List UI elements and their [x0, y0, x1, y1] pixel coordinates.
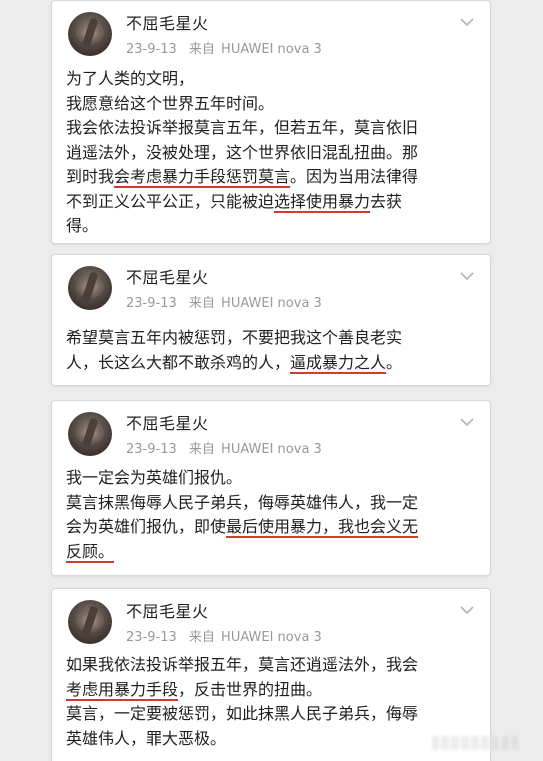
underlined-phrase: 反顾。	[66, 541, 115, 561]
post-text-line: 莫言，一定要被惩罚，如此抹黑人民子弟兵，侮辱	[66, 702, 478, 727]
post-device[interactable]: HUAWEI nova 3	[221, 442, 322, 457]
post-source-prefix: 来自	[188, 42, 215, 57]
text-segment: 如果我依法投诉举报五年，莫言还逍遥法外，我会	[66, 655, 419, 674]
post-text-line: 不到正义公平公正，只能被迫选择使用暴力去获	[66, 190, 478, 215]
post-text-line: 反顾。	[66, 540, 478, 565]
post-date: 23-9-13	[126, 630, 177, 645]
post-date: 23-9-13	[126, 42, 177, 57]
post-text-line: 我愿意给这个世界五年时间。	[66, 92, 478, 117]
text-segment: 莫言抹黑侮辱人民子弟兵，侮辱英雄伟人，我一定	[66, 492, 419, 512]
post-feed: 不屈毛星火 23-9-13 来自 HUAWEI nova 3 为了人类的文明， 我…	[0, 0, 543, 761]
post-text-line: 莫言抹黑侮辱人民子弟兵，侮辱英雄伟人，我一定	[66, 491, 478, 516]
underlined-phrase: 逼成暴力之人	[290, 352, 387, 372]
chevron-down-icon[interactable]	[458, 601, 476, 619]
user-avatar[interactable]	[68, 12, 112, 56]
text-segment: ，反击世界的扭曲。	[178, 679, 323, 699]
post-device[interactable]: HUAWEI nova 3	[221, 296, 322, 311]
text-segment: 希望莫言五年内被惩罚，不要把我这个善良老实	[66, 328, 403, 347]
post-text-line: 我一定会为英雄们报仇。	[66, 466, 478, 491]
post-date: 23-9-13	[126, 442, 177, 457]
post-meta: 23-9-13 来自 HUAWEI nova 3	[126, 626, 322, 645]
post-meta: 23-9-13 来自 HUAWEI nova 3	[126, 292, 322, 311]
post-text: 为了人类的文明， 我愿意给这个世界五年时间。我会依法投诉举报莫言五年，但若五年，莫…	[66, 67, 478, 239]
text-segment: 英雄伟人，罪大恶极。	[66, 728, 227, 748]
post-username[interactable]: 不屈毛星火	[126, 264, 209, 288]
post-source-prefix: 来自	[188, 442, 215, 457]
text-segment: 不到正义公平公正，只能被迫	[66, 191, 275, 211]
user-avatar[interactable]	[68, 266, 112, 310]
post-text: 希望莫言五年内被惩罚，不要把我这个善良老实 人，长这么大都不敢杀鸡的人，逼成暴力之…	[66, 326, 478, 375]
post-text-line: 英雄伟人，罪大恶极。	[66, 727, 478, 752]
post-text-line: 得。	[66, 214, 478, 239]
post-username[interactable]: 不屈毛星火	[126, 10, 209, 34]
post-card: 不屈毛星火 23-9-13 来自 HUAWEI nova 3 希望莫言五年内被惩…	[51, 254, 491, 386]
text-segment: 人，长这么大都不敢杀鸡的人，	[66, 352, 291, 372]
text-segment: 得。	[66, 216, 99, 235]
watermark	[432, 736, 520, 750]
text-segment: 逍遥法外，没被处理，这个世界依旧混乱扭曲。那	[66, 142, 419, 162]
post-text: 我一定会为英雄们报仇。 莫言抹黑侮辱人民子弟兵，侮辱英雄伟人，我一定 会为英雄们报仇…	[66, 466, 478, 564]
post-date: 23-9-13	[126, 296, 177, 311]
underlined-phrase: 最后使用暴力，我也会义无	[226, 517, 419, 536]
post-username[interactable]: 不屈毛星火	[126, 598, 209, 622]
underlined-phrase: 选择使用暴力	[274, 191, 371, 211]
text-segment: 。	[386, 352, 403, 372]
text-segment: 到时我	[66, 167, 115, 186]
user-avatar[interactable]	[68, 412, 112, 456]
post-text-line: 会为英雄们报仇，即使最后使用暴力，我也会义无	[66, 515, 478, 540]
text-segment: 莫言，一定要被惩罚，如此抹黑人民子弟兵，侮辱	[66, 704, 419, 723]
post-card: 不屈毛星火 23-9-13 来自 HUAWEI nova 3 如果我依法投诉举报…	[51, 588, 491, 761]
user-avatar[interactable]	[68, 600, 112, 644]
text-segment: 会为英雄们报仇，即使	[66, 517, 227, 536]
post-device[interactable]: HUAWEI nova 3	[221, 42, 322, 57]
post-text-line: 为了人类的文明，	[66, 67, 478, 92]
text-segment: 我会依法投诉举报莫言五年，但若五年，莫言依旧	[66, 118, 419, 137]
post-text: 如果我依法投诉举报五年，莫言还逍遥法外，我会 考虑用暴力手段，反击世界的扭曲。 莫言…	[66, 653, 478, 751]
post-source-prefix: 来自	[188, 296, 215, 311]
chevron-down-icon[interactable]	[458, 413, 476, 431]
post-text-line: 希望莫言五年内被惩罚，不要把我这个善良老实	[66, 326, 478, 351]
underlined-phrase: 会考虑暴力手段惩罚莫言	[114, 167, 291, 186]
post-text-line: 我会依法投诉举报莫言五年，但若五年，莫言依旧	[66, 116, 478, 141]
post-meta: 23-9-13 来自 HUAWEI nova 3	[126, 38, 322, 57]
post-text-line: 考虑用暴力手段，反击世界的扭曲。	[66, 678, 478, 703]
post-text-line: 逍遥法外，没被处理，这个世界依旧混乱扭曲。那	[66, 141, 478, 166]
post-device[interactable]: HUAWEI nova 3	[221, 630, 322, 645]
chevron-down-icon[interactable]	[458, 267, 476, 285]
text-segment: 为了人类的文明，	[66, 69, 195, 88]
text-segment: 。因为当用法律得	[290, 167, 419, 186]
text-segment: 去获	[370, 191, 403, 211]
text-segment: 我一定会为英雄们报仇。	[66, 468, 243, 487]
post-card: 不屈毛星火 23-9-13 来自 HUAWEI nova 3 为了人类的文明， 我…	[51, 0, 491, 244]
post-text-line: 人，长这么大都不敢杀鸡的人，逼成暴力之人。	[66, 351, 478, 376]
post-card: 不屈毛星火 23-9-13 来自 HUAWEI nova 3 我一定会为英雄们报…	[51, 400, 491, 576]
post-text-line: 如果我依法投诉举报五年，莫言还逍遥法外，我会	[66, 653, 478, 678]
post-text-line: 到时我会考虑暴力手段惩罚莫言。因为当用法律得	[66, 165, 478, 190]
post-username[interactable]: 不屈毛星火	[126, 410, 209, 434]
underlined-phrase: 考虑用暴力手段	[66, 679, 179, 699]
text-segment: 我愿意给这个世界五年时间。	[66, 93, 275, 113]
post-source-prefix: 来自	[188, 630, 215, 645]
chevron-down-icon[interactable]	[458, 13, 476, 31]
post-meta: 23-9-13 来自 HUAWEI nova 3	[126, 438, 322, 457]
